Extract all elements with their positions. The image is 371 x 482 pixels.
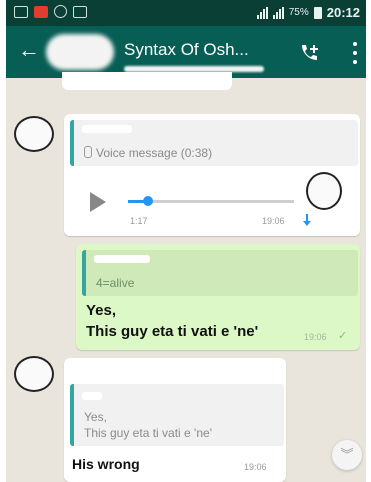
quoted-message[interactable]: Yes, This guy eta ti vati e 'ne': [70, 384, 284, 446]
quoted-line1: Yes,: [84, 410, 107, 424]
quoted-message[interactable]: Voice message (0:38): [70, 120, 358, 166]
status-system: 75% 20:12: [256, 5, 360, 20]
contact-avatar[interactable]: [46, 34, 114, 70]
download-icon[interactable]: [302, 214, 312, 228]
chat-title[interactable]: Syntax Of Osh...: [124, 40, 249, 60]
status-notifications: [14, 5, 87, 18]
status-time: 20:12: [326, 5, 360, 20]
quoted-sender: [94, 255, 150, 263]
play-icon[interactable]: [90, 192, 106, 212]
quoted-text: 4=alive: [96, 276, 135, 290]
message-text: His wrong: [72, 456, 140, 472]
menu-icon[interactable]: [352, 42, 358, 64]
quoted-voice-text: Voice message (0:38): [96, 146, 213, 160]
voice-progress-knob[interactable]: [142, 196, 153, 206]
voice-elapsed: 1:17: [130, 216, 148, 226]
message-list[interactable]: Voice message (0:38) 1:17 19:06 4=alive …: [6, 72, 366, 482]
quoted-line2: This guy eta ti vati e 'ne': [84, 426, 212, 440]
check-circle-icon: [54, 5, 67, 18]
signal-icon: [256, 6, 268, 19]
read-check-icon: ✓: [338, 330, 348, 342]
message-time: 19:06: [304, 332, 327, 342]
chat-header: ← Syntax Of Osh...: [6, 26, 366, 78]
back-arrow-icon[interactable]: ←: [18, 38, 40, 62]
scroll-down-button[interactable]: ︾: [332, 440, 362, 470]
quoted-sender: [82, 392, 102, 400]
mail-icon: [14, 5, 28, 18]
quoted-message[interactable]: 4=alive: [82, 250, 358, 296]
phone-screen: 75% 20:12 ← Syntax Of Osh... Voice messa…: [6, 0, 366, 482]
message-outgoing[interactable]: 4=alive Yes, This guy eta ti vati e 'ne'…: [76, 244, 360, 350]
previous-message-fragment: [62, 72, 232, 90]
battery-percent: 75%: [288, 7, 309, 18]
message-text-line1: Yes,: [86, 302, 117, 319]
message-voice[interactable]: Voice message (0:38) 1:17 19:06: [64, 114, 360, 236]
sender-avatar[interactable]: [14, 116, 54, 152]
message-text-line2: This guy eta ti vati e 'ne': [86, 323, 259, 340]
status-bar: 75% 20:12: [6, 0, 366, 26]
message-time: 19:06: [262, 216, 285, 226]
signal-2-icon: [272, 6, 284, 19]
mic-icon: [84, 146, 92, 158]
app-notification-icon: [34, 5, 48, 18]
voice-sender-avatar: [306, 172, 342, 210]
sender-avatar[interactable]: [14, 356, 54, 392]
message-incoming[interactable]: Yes, This guy eta ti vati e 'ne' His wro…: [64, 358, 286, 482]
add-call-icon[interactable]: [298, 42, 320, 64]
quoted-sender: [82, 125, 132, 133]
quoted-voice-label: Voice message (0:38): [84, 146, 212, 160]
battery-icon: [313, 6, 322, 19]
message-time: 19:06: [244, 462, 267, 472]
image-icon: [73, 5, 87, 18]
